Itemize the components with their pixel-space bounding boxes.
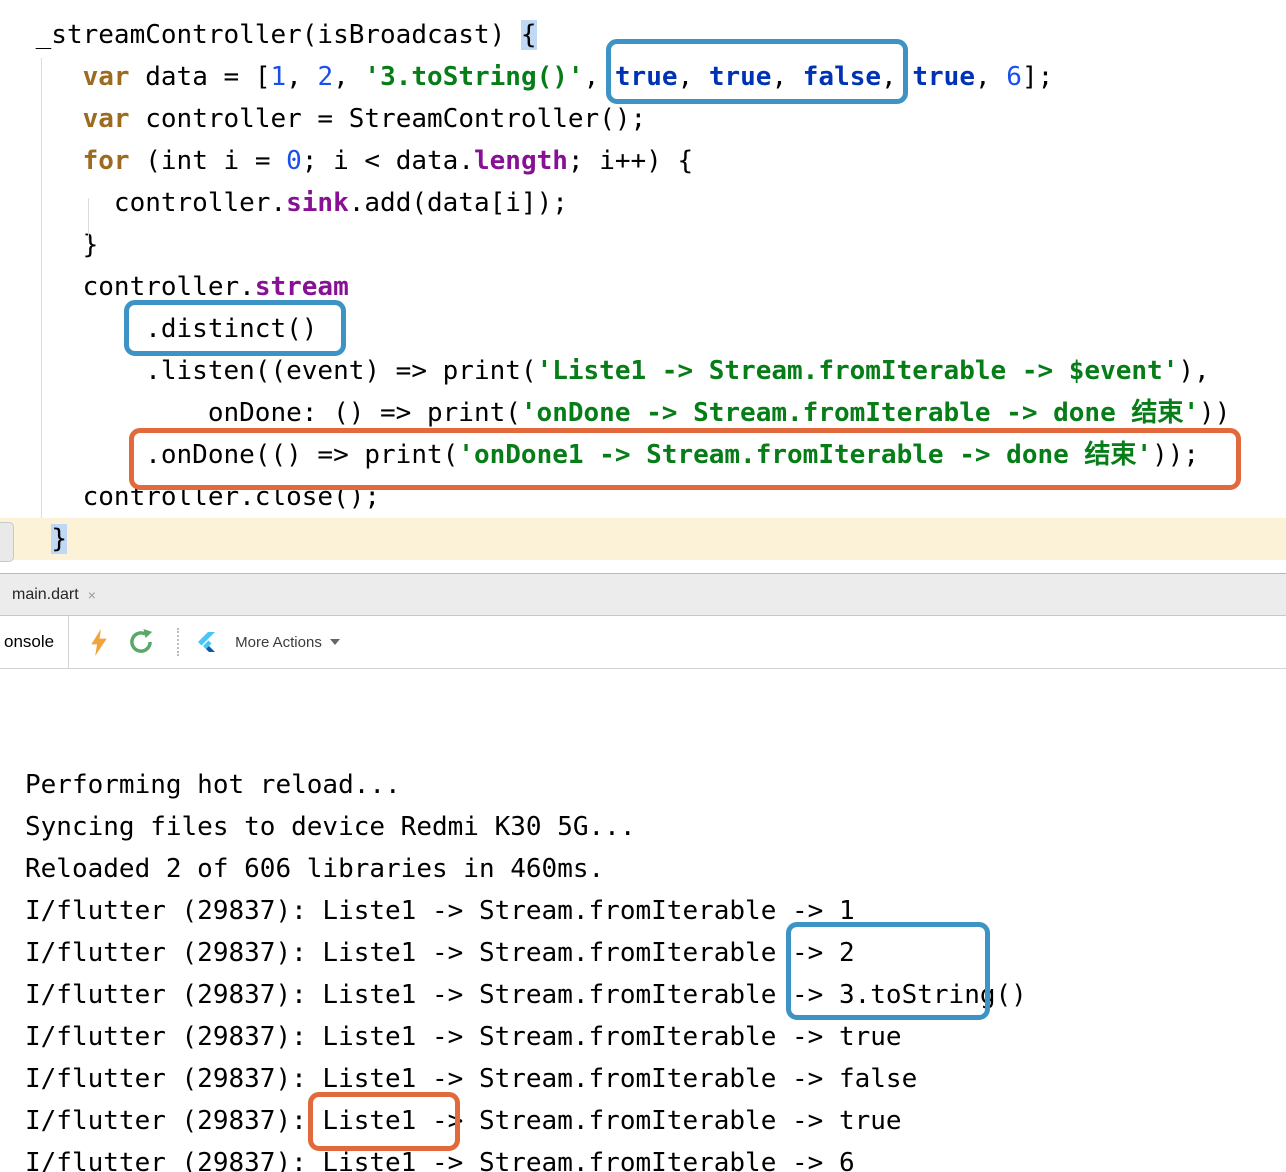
code-editor[interactable]: _streamController(isBroadcast) { var dat… [0, 0, 1286, 573]
console-output[interactable]: Performing hot reload... Syncing files to… [0, 669, 1286, 1172]
code-line: } [0, 518, 1286, 560]
run-toolbar: onsole More Actions [0, 616, 1286, 669]
console-line: I/flutter (29837): Liste1 -> Stream.from… [25, 1064, 918, 1094]
lightning-bolt-icon [91, 628, 107, 656]
more-actions-button[interactable]: More Actions [235, 634, 340, 651]
indent-guide [41, 58, 42, 518]
code-line: } [20, 230, 99, 260]
console-line: Syncing files to device Redmi K30 5G... [25, 812, 636, 842]
hot-restart-button[interactable] [127, 628, 155, 656]
console-line: Reloaded 2 of 606 libraries in 460ms. [25, 854, 605, 884]
code-line: _streamController(isBroadcast) { [20, 20, 537, 50]
close-icon[interactable]: × [88, 587, 96, 603]
code-lines: _streamController(isBroadcast) { var dat… [0, 0, 1286, 560]
more-actions-label: More Actions [235, 633, 322, 651]
console-line: I/flutter (29837): Liste1 -> Stream.from… [25, 1148, 855, 1172]
code-line: var data = [1, 2, '3.toString()', true, … [82, 62, 1054, 92]
flutter-logo-icon [198, 632, 216, 652]
code-line: .onDone(() => print('onDone1 -> Stream.f… [20, 440, 1200, 470]
fold-marker [0, 522, 14, 562]
restart-arrows-icon [130, 629, 153, 653]
tab-label: main.dart [12, 585, 79, 603]
code-line: controller.sink.add(data[i]); [20, 188, 568, 218]
console-panel-tab[interactable]: onsole [0, 616, 70, 668]
editor-tab-bar: main.dart × [0, 573, 1286, 616]
code-line: for (int i = 0; i < data.length; i++) { [82, 146, 694, 176]
console-line: I/flutter (29837): Liste1 -> Stream.from… [25, 1106, 902, 1136]
indent-guide [88, 198, 89, 240]
console-line: I/flutter (29837): Liste1 -> Stream.from… [25, 938, 855, 968]
hot-reload-button[interactable] [89, 628, 109, 656]
code-line: onDone: () => print('onDone -> Stream.fr… [20, 398, 1231, 428]
flutter-tools-button[interactable] [195, 630, 219, 654]
console-line: Performing hot reload... [25, 770, 401, 800]
code-line: var controller = StreamController(); [82, 104, 647, 134]
console-line: I/flutter (29837): Liste1 -> Stream.from… [25, 980, 1027, 1010]
chevron-down-icon [329, 639, 340, 645]
console-line: I/flutter (29837): Liste1 -> Stream.from… [25, 896, 855, 926]
code-line: .distinct() [20, 314, 318, 344]
console-lines: Performing hot reload... Syncing files to… [25, 764, 1286, 1172]
tab-main-dart[interactable]: main.dart × [0, 574, 108, 615]
code-line: controller.stream [20, 272, 349, 302]
code-line: .listen((event) => print('Liste1 -> Stre… [20, 356, 1210, 386]
code-line: controller.close(); [20, 482, 381, 512]
toolbar-separator [177, 628, 180, 656]
console-line: I/flutter (29837): Liste1 -> Stream.from… [25, 1022, 902, 1052]
